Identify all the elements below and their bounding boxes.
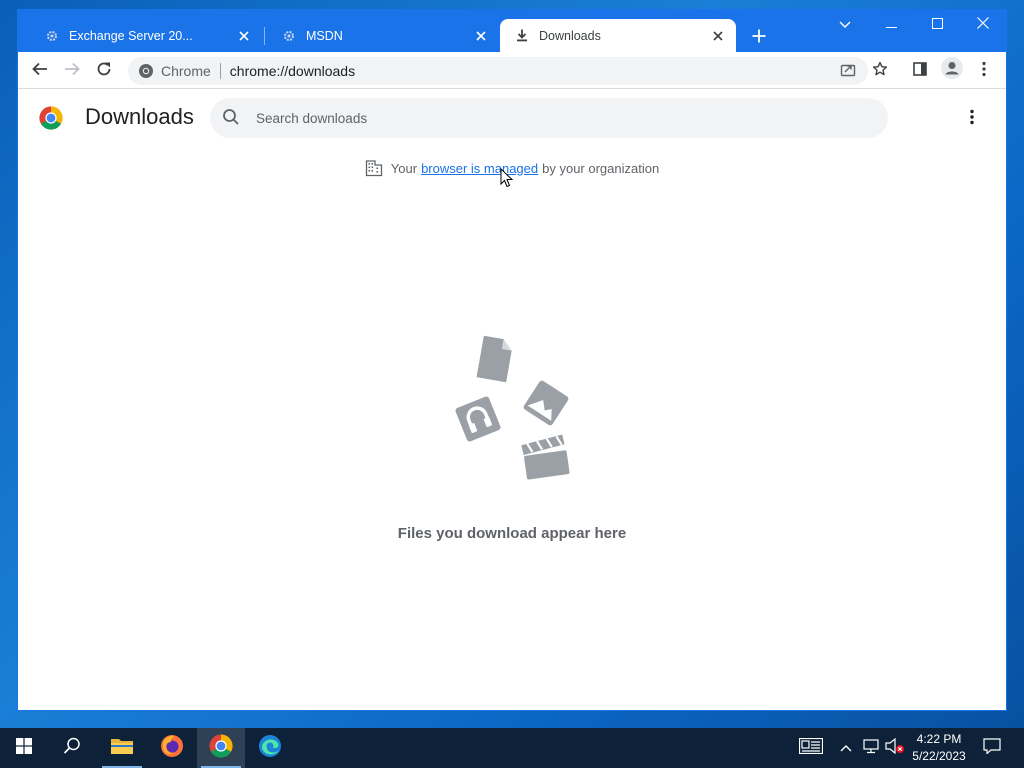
tab-title: Exchange Server 20...: [69, 28, 193, 43]
side-panel-button[interactable]: [908, 59, 932, 83]
browser-window: Exchange Server 20... MSDN Downloads Chr…: [18, 10, 1006, 710]
new-tab-button[interactable]: [748, 25, 770, 47]
building-icon: [365, 159, 383, 177]
chrome-icon: [209, 733, 233, 763]
site-chip-label: Chrome: [161, 63, 211, 79]
tab-close-icon[interactable]: [710, 28, 726, 44]
gear-favicon-icon: [44, 28, 60, 44]
download-icon: [514, 28, 530, 44]
search-input[interactable]: [256, 110, 836, 126]
tab-downloads[interactable]: Downloads: [500, 19, 736, 52]
browser-toolbar: Chrome chrome://downloads: [18, 52, 1006, 89]
managed-suffix: by your organization: [542, 160, 660, 176]
network-icon: [862, 738, 880, 759]
search-bar[interactable]: [210, 98, 888, 138]
folder-icon: [110, 736, 134, 761]
forward-button[interactable]: [60, 59, 84, 83]
close-window-button[interactable]: [960, 10, 1006, 40]
arrow-left-icon: [32, 61, 48, 82]
maximize-button[interactable]: [914, 10, 960, 40]
more-vertical-icon: [982, 61, 986, 82]
more-vertical-icon: [970, 109, 974, 130]
maximize-icon: [931, 16, 943, 34]
chevron-down-icon: [839, 16, 851, 34]
back-button[interactable]: [28, 59, 52, 83]
page-title: Downloads: [85, 104, 194, 129]
show-hidden-icons-button[interactable]: [836, 728, 856, 768]
side-panel-icon: [912, 61, 928, 82]
empty-state-message: Files you download appear here: [397, 525, 627, 542]
search-button[interactable]: [48, 728, 96, 768]
notification-icon: [983, 737, 1001, 759]
volume-button[interactable]: [884, 728, 906, 768]
clock-time: 4:22 PM: [916, 732, 962, 746]
tab-title: MSDN: [306, 28, 343, 43]
chrome-logo-icon: [39, 106, 63, 130]
reload-icon: [96, 61, 112, 82]
search-icon: [63, 737, 81, 760]
chrome-taskbar-button[interactable]: [197, 728, 245, 768]
managed-prefix: Your: [390, 160, 418, 176]
downloads-menu-button[interactable]: [960, 107, 984, 131]
browser-managed-link[interactable]: browser is managed: [421, 161, 538, 176]
tab-close-icon[interactable]: [473, 28, 489, 44]
address-bar[interactable]: Chrome chrome://downloads: [128, 57, 868, 85]
empty-downloads-illustration: [450, 335, 574, 485]
url-text: chrome://downloads: [229, 63, 356, 79]
start-button[interactable]: [0, 728, 48, 768]
taskbar: 4:22 PM 5/22/2023: [0, 728, 1024, 768]
chrome-menu-button[interactable]: [972, 59, 996, 83]
minimize-icon: [885, 16, 897, 34]
bookmark-button[interactable]: [868, 59, 892, 83]
avatar-icon: [941, 56, 963, 84]
chevron-up-icon: [840, 739, 852, 757]
firefox-button[interactable]: [148, 728, 196, 768]
share-button[interactable]: [836, 59, 860, 83]
news-widget-button[interactable]: [796, 728, 826, 768]
news-icon: [798, 737, 824, 759]
close-icon: [977, 16, 989, 34]
reload-button[interactable]: [92, 59, 116, 83]
chrome-site-icon: [138, 63, 154, 79]
tab-search-button[interactable]: [822, 10, 868, 40]
tab-exchange-server[interactable]: Exchange Server 20...: [24, 19, 262, 52]
clock[interactable]: 4:22 PM 5/22/2023: [905, 731, 973, 765]
tab-title: Downloads: [539, 28, 601, 43]
minimize-button[interactable]: [868, 10, 914, 40]
windows-logo-icon: [16, 737, 32, 759]
tab-strip: Exchange Server 20... MSDN Downloads: [18, 10, 1006, 52]
file-explorer-button[interactable]: [98, 728, 146, 768]
gear-favicon-icon: [281, 28, 297, 44]
speaker-muted-icon: [885, 737, 905, 759]
address-divider: [219, 63, 221, 79]
profile-button[interactable]: [940, 56, 964, 84]
notifications-button[interactable]: [980, 728, 1004, 768]
star-icon: [872, 61, 888, 82]
tab-close-icon[interactable]: [236, 28, 252, 44]
clock-date: 5/22/2023: [912, 749, 966, 763]
network-button[interactable]: [860, 728, 882, 768]
edge-icon: [258, 734, 282, 763]
arrow-right-icon: [64, 61, 80, 82]
tab-msdn[interactable]: MSDN: [261, 19, 499, 52]
mouse-cursor-icon: [500, 167, 514, 188]
search-icon: [222, 108, 242, 128]
firefox-icon: [160, 734, 184, 763]
share-icon: [840, 61, 856, 82]
edge-button[interactable]: [246, 728, 294, 768]
